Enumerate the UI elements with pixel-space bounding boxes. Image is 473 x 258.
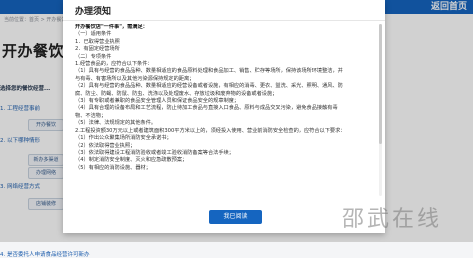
dialog-body[interactable]: 开办餐饮店"一件事"，需满足： （一）适用条件 1．已取得营业执照 2．有固定经… — [75, 24, 377, 204]
notice-line: （2）具有与经营的食品品种、数量相适应的经营设备或者设施，有相应的消毒、更衣、盥… — [75, 83, 343, 90]
site-watermark: 邵武在线 — [342, 207, 443, 232]
notice-line: 1．已取得营业执照 — [75, 38, 120, 45]
notice-line: （二）专项条件 — [75, 53, 112, 60]
notice-line: （2）依法取得营业执照； — [75, 142, 136, 149]
notice-line: 腐、防尘、防蝇、防鼠、防虫、洗涤以及处理废水、存放垃圾和废弃物的设备或者设施； — [75, 90, 278, 97]
scrollbar-thumb[interactable] — [379, 24, 382, 144]
notice-line: （1）具有与经营的食品品种、数量相适应的食品原料处理和食品加工、销售、贮存等场所… — [75, 68, 343, 75]
notice-line: （5）有相应的消防设施、器材； — [75, 164, 151, 171]
dialog-scrollbar[interactable] — [379, 24, 382, 196]
notice-line: 2.工程投资额30万元以上或者建筑面积300平方米以上的，须经投入使用、营业前消… — [75, 127, 346, 134]
notice-dialog: 办理须知 开办餐饮店"一件事"，需满足： （一）适用条件 1．已取得营业执照 2… — [63, 0, 385, 233]
notice-line: （1）作出公众聚集场所消防安全承诺书； — [75, 135, 172, 142]
notice-line: （一）适用条件 — [75, 31, 112, 38]
question-row: 4. 是否委托人申请食品经营许可新办 — [0, 252, 90, 258]
notice-line: 开办餐饮店"一件事"，需满足： — [75, 24, 148, 30]
dialog-title: 办理须知 — [75, 7, 112, 17]
notice-line: 2．有固定经营场所 — [75, 46, 120, 53]
notice-line: （4）制定消防安全制度、灭火和应急疏散预案； — [75, 157, 188, 164]
confirm-read-button[interactable]: 我已阅读 — [209, 210, 262, 224]
notice-line: （5）法律、法规规定的其他条件。 — [75, 120, 157, 127]
dialog-header: 办理须知 — [63, 0, 385, 21]
notice-line: （4）具有合理的设备布局和工艺流程，防止待加工食品与直接入口食品、原料与成品交叉… — [75, 105, 338, 112]
